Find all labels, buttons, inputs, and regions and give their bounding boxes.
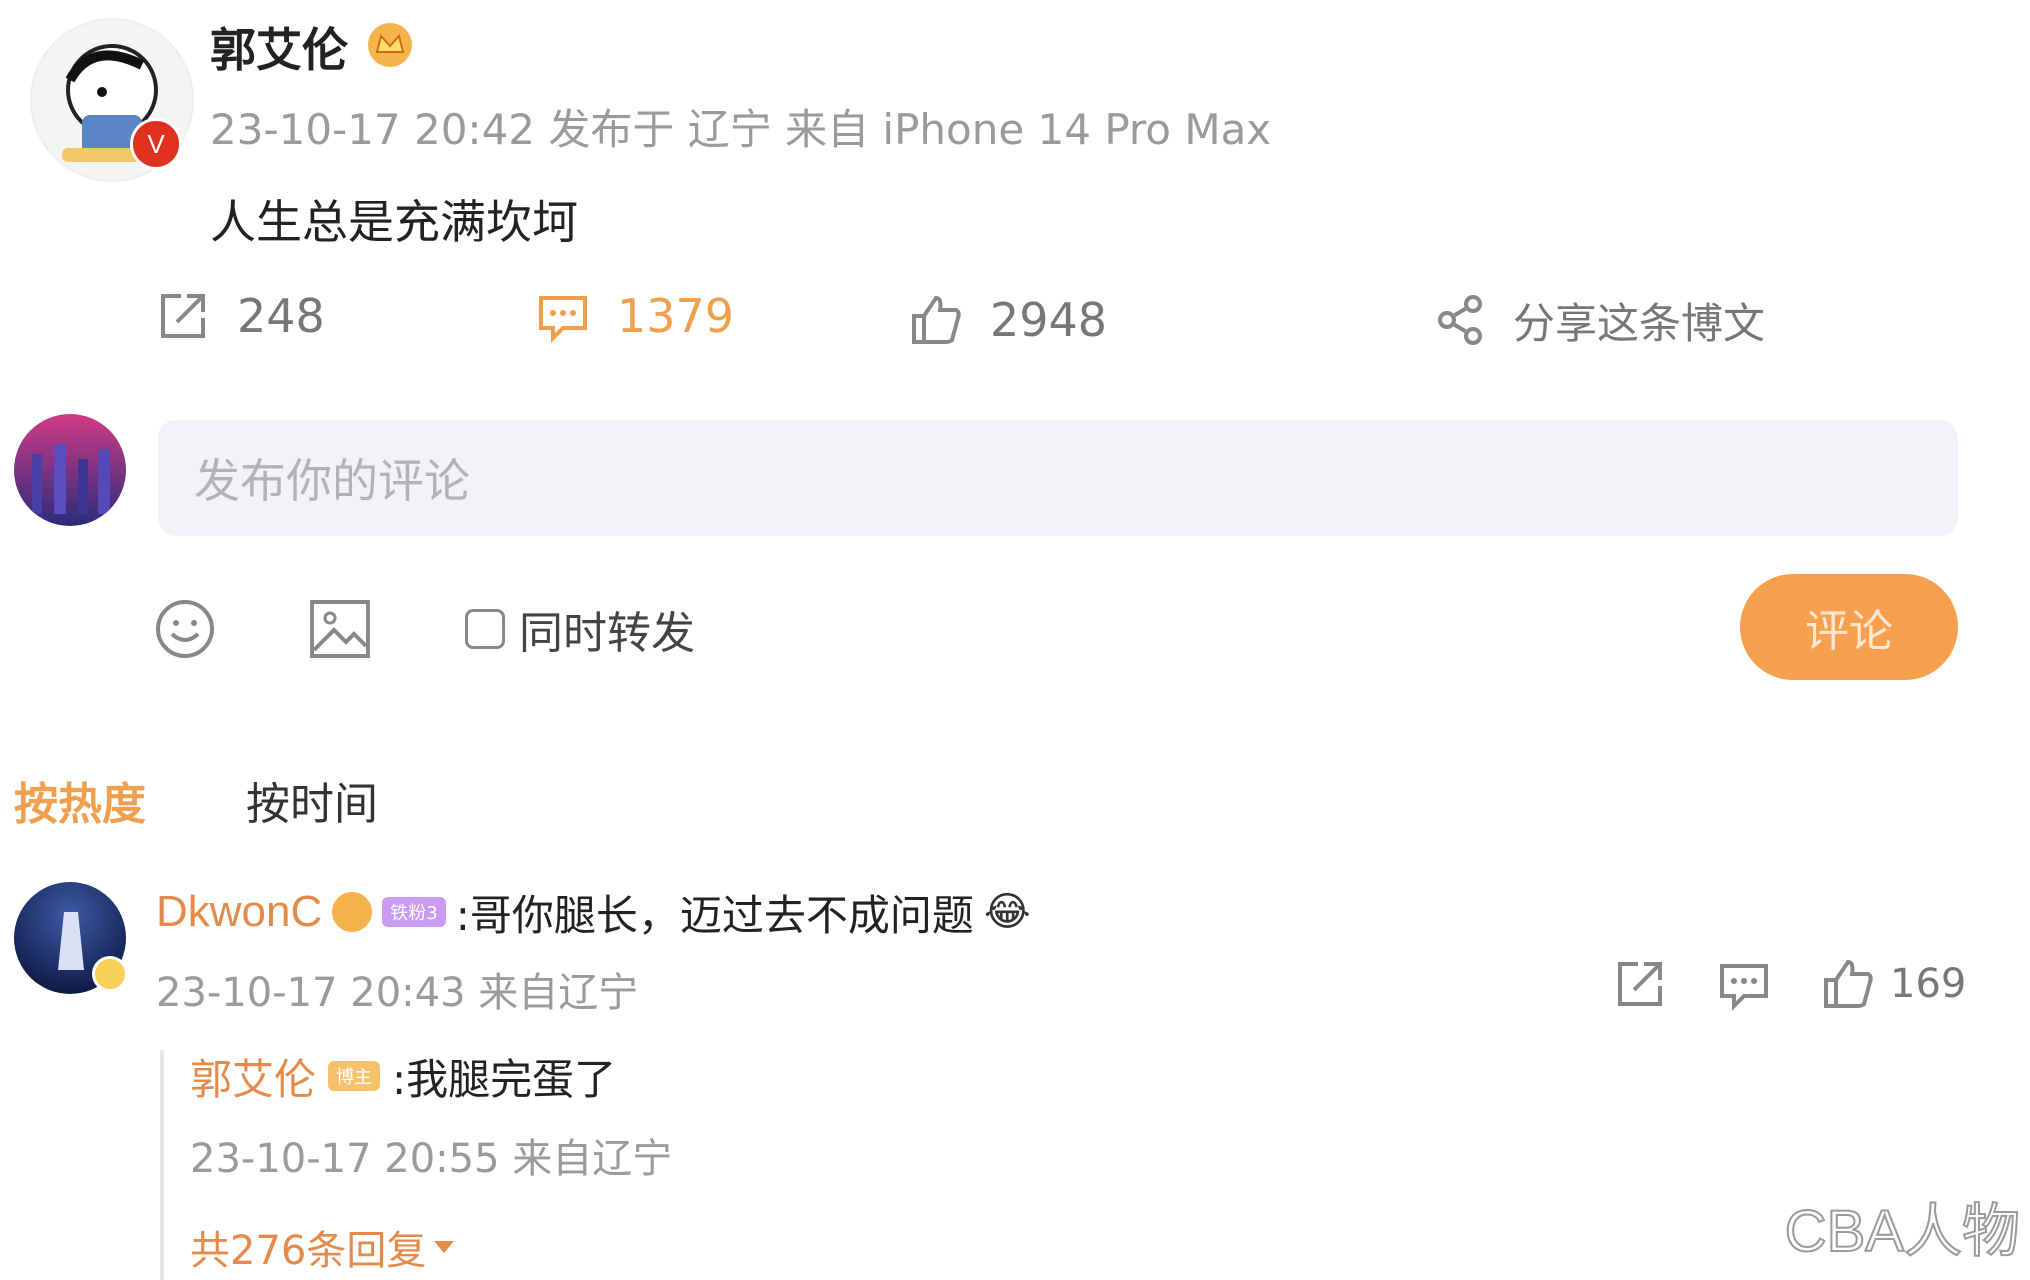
share-icon	[1438, 295, 1482, 345]
thumbs-up-icon	[912, 295, 961, 344]
comment-line: DkwonC 铁粉3 :哥你腿长，迈过去不成问题 😂	[156, 882, 1031, 942]
thumbs-up-icon	[1824, 959, 1873, 1008]
more-replies-label: 共276条回复	[190, 1228, 427, 1274]
commenter-level-icon	[92, 956, 128, 992]
comment-input-placeholder: 发布你的评论	[194, 454, 470, 508]
author-name[interactable]: 郭艾伦	[210, 14, 348, 80]
like-button[interactable]: 2948	[908, 290, 1107, 350]
emoji-button[interactable]	[154, 598, 216, 660]
checkbox-box	[465, 609, 505, 649]
comment-repost-button[interactable]	[1612, 956, 1668, 1012]
share-label: 分享这条博文	[1513, 298, 1766, 348]
reply-meta: 23-10-17 20:55 来自辽宁	[190, 1136, 673, 1182]
image-icon	[310, 600, 370, 658]
comment-icon	[539, 296, 587, 343]
repost-button[interactable]: 248	[155, 286, 325, 346]
post-content: 人生总是充满坎坷	[210, 195, 578, 249]
comment-reply-button[interactable]	[1716, 956, 1772, 1012]
comment-like-button[interactable]: 169	[1820, 956, 1966, 1012]
image-button[interactable]	[308, 598, 372, 660]
fan-crown-icon	[332, 892, 373, 932]
caret-down-icon	[434, 1241, 455, 1253]
like-count: 2948	[990, 293, 1108, 347]
share-button[interactable]: 分享这条博文	[1435, 290, 1765, 350]
repost-icon	[1618, 962, 1662, 1006]
emoji-icon	[156, 600, 214, 658]
fan-level-badge: 铁粉3	[382, 897, 446, 927]
submit-comment-button[interactable]: 评论	[1740, 574, 1958, 680]
reply-author-name[interactable]: 郭艾伦	[190, 1046, 316, 1107]
comment-button[interactable]: 1379	[535, 286, 734, 346]
more-replies-link[interactable]: 共276条回复	[190, 1218, 455, 1276]
comment-count: 1379	[617, 289, 735, 343]
comment-input[interactable]: 发布你的评论	[158, 420, 1958, 536]
comment-text: :哥你腿长，迈过去不成问题	[455, 890, 974, 940]
current-user-avatar[interactable]	[14, 414, 126, 526]
repost-icon	[161, 294, 205, 338]
repost-count: 248	[237, 289, 325, 343]
post-meta: 23-10-17 20:42 发布于 辽宁 来自 iPhone 14 Pro M…	[210, 105, 1272, 154]
submit-comment-label: 评论	[1805, 606, 1893, 657]
also-repost-checkbox[interactable]: 同时转发	[465, 598, 695, 660]
comment-meta: 23-10-17 20:43 来自辽宁	[156, 970, 639, 1016]
reply-thread-border	[160, 1050, 164, 1280]
reply-text: :我腿完蛋了	[392, 1054, 617, 1104]
reply-line: 郭艾伦 博主 :我腿完蛋了	[190, 1046, 616, 1106]
verified-badge-icon: V	[130, 118, 182, 170]
laughing-emoji-icon: 😂	[983, 889, 1031, 935]
commenter-name[interactable]: DkwonC	[156, 887, 322, 937]
watermark: CBA人物	[1784, 1198, 2021, 1265]
crown-icon	[365, 20, 415, 70]
comment-icon	[1720, 964, 1768, 1011]
tab-sort-by-time[interactable]: 按时间	[246, 768, 378, 832]
also-repost-label: 同时转发	[519, 608, 695, 659]
tab-sort-by-hot[interactable]: 按热度	[14, 768, 146, 832]
comment-like-count: 169	[1890, 961, 1967, 1007]
blogger-badge: 博主	[328, 1061, 381, 1091]
